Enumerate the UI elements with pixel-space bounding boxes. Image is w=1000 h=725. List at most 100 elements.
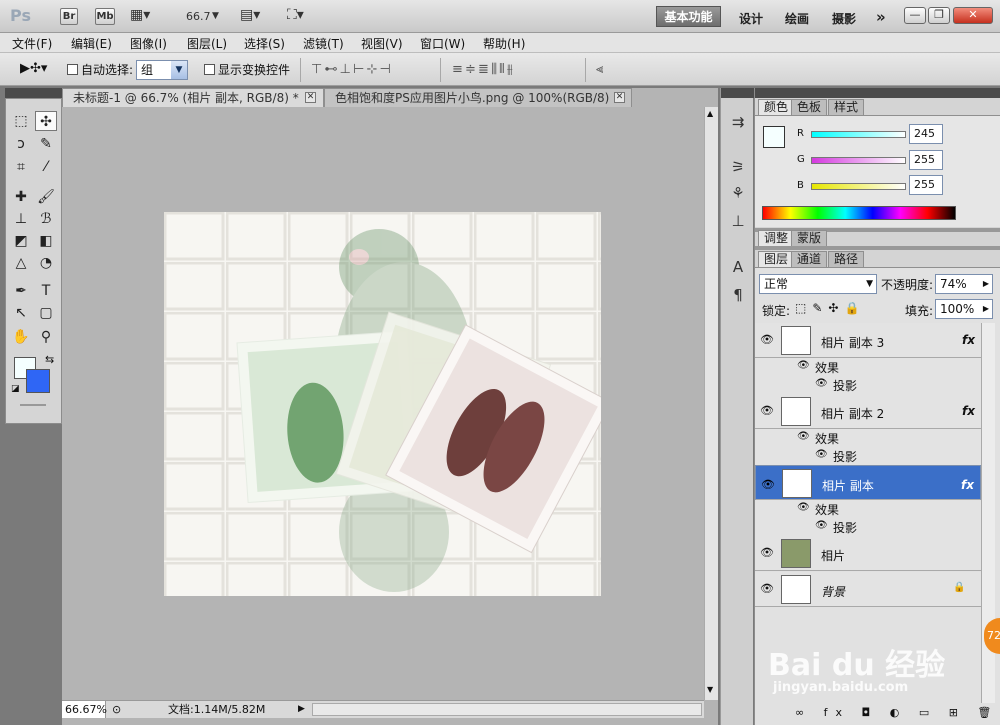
- tab-styles[interactable]: 样式: [828, 99, 865, 115]
- tab-paths[interactable]: 路径: [828, 251, 865, 267]
- pen-tool-icon[interactable]: ✒: [10, 281, 32, 301]
- move-tool-icon[interactable]: ✣: [35, 111, 57, 131]
- workspace-design[interactable]: 设计: [739, 10, 763, 27]
- zoom-dropdown-icon[interactable]: ▼: [212, 11, 219, 21]
- screen-mode-icon[interactable]: ⛶▾: [287, 7, 304, 23]
- close-button[interactable]: ✕: [953, 7, 993, 24]
- color-fg-swatch[interactable]: [763, 126, 785, 148]
- workspace-photography[interactable]: 摄影: [832, 10, 856, 27]
- type-tool-icon[interactable]: T: [35, 281, 57, 301]
- effects-eye-icon[interactable]: 👁: [797, 431, 810, 442]
- lock-icons[interactable]: ⬚✎✣🔒: [795, 301, 865, 315]
- history-brush-tool-icon[interactable]: ℬ: [35, 209, 57, 229]
- layer-row[interactable]: 👁 背景 🔒: [755, 572, 981, 607]
- clone-source-icon[interactable]: ⚘: [727, 184, 749, 204]
- visibility-eye-icon[interactable]: 👁: [760, 582, 774, 595]
- menu-edit[interactable]: 编辑(E): [71, 35, 112, 52]
- strip-header[interactable]: [721, 88, 754, 98]
- show-transform-checkbox[interactable]: [204, 64, 215, 75]
- b-slider[interactable]: [811, 183, 906, 190]
- visibility-eye-icon[interactable]: 👁: [760, 404, 774, 417]
- menu-filter[interactable]: 滤镜(T): [303, 35, 344, 52]
- zoom-level[interactable]: 66.7: [186, 10, 211, 23]
- marquee-tool-icon[interactable]: ⬚: [10, 111, 32, 131]
- history-panel-icon[interactable]: ⇉: [727, 113, 749, 133]
- healing-brush-tool-icon[interactable]: ✚: [10, 187, 32, 207]
- color-spectrum-bar[interactable]: [762, 206, 956, 220]
- menu-file[interactable]: 文件(F): [12, 35, 52, 52]
- eyedropper-tool-icon[interactable]: ⁄: [35, 157, 57, 177]
- character-panel-icon[interactable]: A: [727, 258, 749, 278]
- auto-align-icon[interactable]: ⫷: [596, 62, 603, 77]
- mini-bridge-button[interactable]: Mb: [95, 8, 115, 25]
- clone-stamp-tool-icon[interactable]: ⊥: [10, 209, 32, 229]
- path-select-tool-icon[interactable]: ↖: [10, 303, 32, 323]
- vertical-scrollbar[interactable]: ▲ ▼: [704, 107, 718, 700]
- effect-eye-icon[interactable]: 👁: [815, 520, 828, 531]
- tab-swatches[interactable]: 色板: [791, 99, 828, 115]
- tool-presets-icon[interactable]: ⊥: [727, 212, 749, 232]
- layer-row[interactable]: 👁 相片: [755, 536, 981, 571]
- menu-help[interactable]: 帮助(H): [483, 35, 525, 52]
- tab-layers[interactable]: 图层: [758, 251, 795, 267]
- menu-layer[interactable]: 图层(L): [187, 35, 227, 52]
- layers-bottom-toolbar[interactable]: ∞ fx ◘ ◐ ▭ ⊞ 🗑: [795, 706, 999, 719]
- auto-select-checkbox[interactable]: [67, 64, 78, 75]
- distribute-icons[interactable]: ≡ ≑ ≣ ⫼ ⫴ ⫵: [452, 62, 513, 77]
- visibility-eye-icon[interactable]: 👁: [761, 476, 775, 494]
- scroll-down-icon[interactable]: ▼: [707, 685, 713, 694]
- shape-tool-icon[interactable]: ▢: [35, 303, 57, 323]
- blend-mode-dropdown[interactable]: 正常 ▼: [759, 274, 877, 294]
- layer-fx-icon[interactable]: fx: [961, 476, 974, 494]
- swap-colors-icon[interactable]: ⇆: [45, 353, 54, 366]
- layer-effects-row[interactable]: 👁 效果: [755, 358, 981, 376]
- menu-select[interactable]: 选择(S): [244, 35, 285, 52]
- r-slider[interactable]: [811, 131, 906, 138]
- opacity-input[interactable]: 74% ▶: [935, 274, 993, 294]
- crop-tool-icon[interactable]: ⌗: [10, 157, 32, 177]
- toolbox-header[interactable]: [5, 88, 62, 98]
- layer-effects-row[interactable]: 👁 效果: [755, 500, 981, 518]
- quick-mask-icon[interactable]: [20, 404, 46, 406]
- effect-eye-icon[interactable]: 👁: [815, 378, 828, 389]
- zoom-tool-icon[interactable]: ⚲: [35, 327, 57, 347]
- brush-tool-icon[interactable]: 🖌: [35, 187, 57, 207]
- close-tab-icon[interactable]: ✕: [614, 92, 625, 103]
- auto-select-dropdown[interactable]: 组 ▼: [136, 60, 188, 80]
- workspace-painting[interactable]: 绘画: [785, 10, 809, 27]
- scroll-up-icon[interactable]: ▲: [707, 109, 713, 118]
- effect-eye-icon[interactable]: 👁: [815, 449, 828, 460]
- document-canvas[interactable]: [164, 212, 601, 596]
- layer-fx-icon[interactable]: fx: [962, 404, 975, 418]
- gradient-tool-icon[interactable]: ◧: [35, 231, 57, 251]
- status-info-icon[interactable]: ⊙: [112, 701, 121, 718]
- layer-effect-item[interactable]: 👁 投影: [755, 518, 981, 536]
- workspace-essentials[interactable]: 基本功能: [656, 6, 721, 27]
- lasso-tool-icon[interactable]: ↄ: [10, 134, 32, 154]
- menu-window[interactable]: 窗口(W): [420, 35, 465, 52]
- layer-row-selected[interactable]: 👁 相片 副本 fx: [755, 465, 981, 500]
- background-color-swatch[interactable]: [26, 369, 50, 393]
- move-tool-preset-icon[interactable]: ▶✣▾: [20, 61, 47, 76]
- status-menu-arrow-icon[interactable]: ▶: [298, 701, 305, 718]
- tab-channels[interactable]: 通道: [791, 251, 828, 267]
- tab-document-2[interactable]: 色相饱和度PS应用图片小鸟.png @ 100%(RGB/8): [324, 88, 632, 107]
- eraser-tool-icon[interactable]: ◩: [10, 231, 32, 251]
- layer-effect-item[interactable]: 👁 投影: [755, 447, 981, 465]
- brush-presets-icon[interactable]: ⚞: [727, 158, 749, 178]
- blur-tool-icon[interactable]: △: [10, 253, 32, 273]
- default-colors-icon[interactable]: ◪: [11, 384, 20, 394]
- layer-row[interactable]: 👁 相片 副本 3 fx: [755, 323, 981, 358]
- minimize-button[interactable]: —: [904, 7, 926, 24]
- effects-eye-icon[interactable]: 👁: [797, 360, 810, 371]
- layer-row[interactable]: 👁 相片 副本 2 fx: [755, 394, 981, 429]
- align-icons[interactable]: ⊤ ⊷ ⊥ ⊢ ⊹ ⊣: [311, 62, 391, 77]
- horizontal-scrollbar[interactable]: [312, 703, 702, 716]
- hand-tool-icon[interactable]: ✋: [10, 327, 32, 347]
- view-extras-icon[interactable]: ▦▾: [130, 7, 150, 23]
- tab-color[interactable]: 颜色: [758, 99, 795, 115]
- g-value[interactable]: 255: [909, 150, 943, 170]
- layer-fx-icon[interactable]: fx: [962, 333, 975, 347]
- maximize-button[interactable]: ❐: [928, 7, 950, 24]
- fill-input[interactable]: 100% ▶: [935, 299, 993, 319]
